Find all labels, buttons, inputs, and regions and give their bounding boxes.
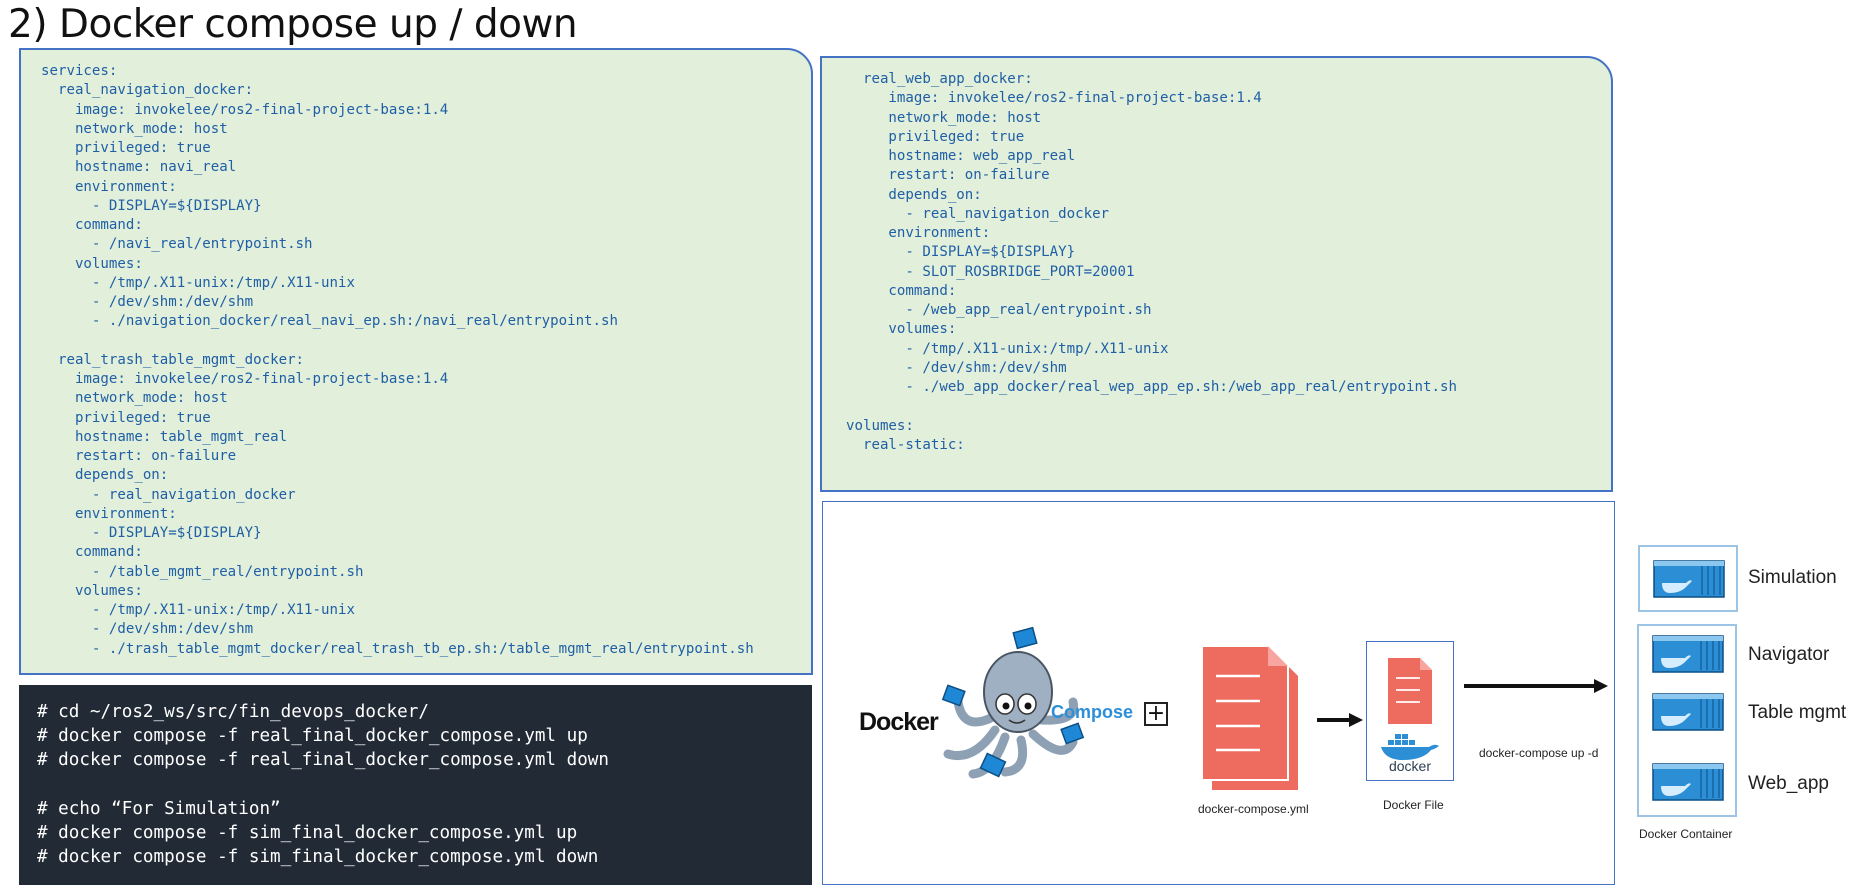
compose-yml-label: docker-compose.yml bbox=[1198, 802, 1309, 816]
web-app-container-icon bbox=[1652, 763, 1724, 801]
table-mgmt-label: Table mgmt bbox=[1748, 702, 1847, 723]
docker-compose-diagram: Docker Compose + docker-compose.yml dock… bbox=[822, 501, 1615, 885]
compose-yaml-panel-left: services: real_navigation_docker: image:… bbox=[19, 48, 813, 675]
dockerfile-label: Docker File bbox=[1383, 798, 1444, 812]
page-title: 2) Docker compose up / down bbox=[8, 2, 578, 47]
arrow-to-containers-icon bbox=[1464, 679, 1608, 693]
compose-wordmark: Compose bbox=[1051, 702, 1134, 722]
navigator-container-icon bbox=[1652, 635, 1724, 673]
docker-wordmark: Docker bbox=[859, 708, 939, 736]
compose-yaml-code-left: services: real_navigation_docker: image:… bbox=[41, 63, 754, 657]
compose-up-command-label: docker-compose up -d bbox=[1479, 746, 1599, 760]
plus-symbol: + bbox=[1146, 701, 1166, 726]
simulation-container-box bbox=[1638, 545, 1738, 612]
terminal-commands-panel: # cd ~/ros2_ws/src/fin_devops_docker/ # … bbox=[19, 685, 812, 885]
plus-icon: + bbox=[1144, 702, 1168, 726]
terminal-commands-code: # cd ~/ros2_ws/src/fin_devops_docker/ # … bbox=[37, 702, 609, 868]
compose-yaml-panel-right: real_web_app_docker: image: invokelee/ro… bbox=[820, 56, 1613, 492]
compose-yaml-code-right: real_web_app_docker: image: invokelee/ro… bbox=[846, 71, 1457, 453]
dockerfile-document-icon bbox=[1388, 658, 1432, 724]
real-containers-box bbox=[1637, 624, 1737, 817]
arrow-to-dockerfile-icon bbox=[1317, 713, 1363, 727]
simulation-label: Simulation bbox=[1748, 567, 1837, 588]
simulation-container-icon bbox=[1653, 560, 1725, 598]
dockerfile-box: docker bbox=[1366, 641, 1454, 781]
navigator-label: Navigator bbox=[1748, 644, 1830, 665]
compose-yml-file-icon bbox=[1201, 645, 1298, 790]
docker-whale-icon bbox=[1381, 734, 1439, 760]
docker-logo-text: docker bbox=[1388, 758, 1432, 774]
docker-container-caption: Docker Container bbox=[1639, 827, 1733, 841]
web-app-label: Web_app bbox=[1748, 773, 1829, 794]
table-mgmt-container-icon bbox=[1652, 693, 1724, 731]
